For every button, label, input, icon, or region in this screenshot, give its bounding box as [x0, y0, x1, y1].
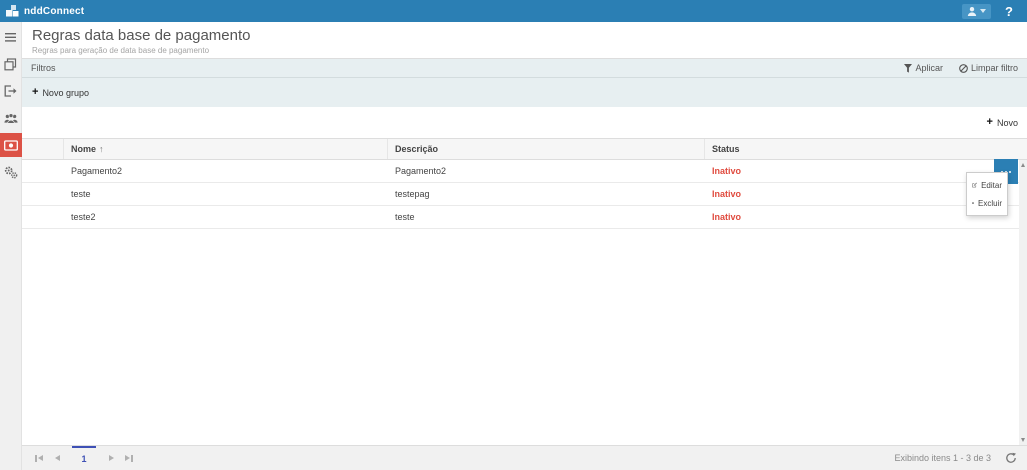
- last-page-button[interactable]: [120, 446, 138, 470]
- arrow-up-icon: [1021, 163, 1025, 167]
- menu-item-edit[interactable]: Editar: [967, 176, 1007, 194]
- documents-icon: [4, 58, 17, 71]
- cancel-circle-icon: [959, 64, 968, 73]
- top-bar: nddConnect ?: [0, 0, 1027, 22]
- app-window: nddConnect ?: [0, 0, 1027, 470]
- header-cell-empty: [22, 139, 64, 159]
- sidebar-item-sign-out[interactable]: [0, 79, 22, 103]
- previous-page-icon: [55, 455, 60, 461]
- users-icon: [4, 113, 18, 124]
- grid-scrollbar[interactable]: [1019, 160, 1027, 445]
- page-number-button[interactable]: 1: [72, 446, 96, 470]
- cell-nome: teste2: [64, 206, 388, 228]
- cell-nome: Pagamento2: [64, 160, 388, 182]
- cell-descricao: testepag: [388, 183, 705, 205]
- user-icon: [967, 6, 977, 17]
- filters-panel: + Novo grupo: [22, 78, 1027, 107]
- table-row[interactable]: Pagamento2 Pagamento2 Inativo: [22, 160, 1027, 183]
- sidebar: [0, 22, 22, 470]
- row-context-menu: Editar Excluir: [966, 172, 1008, 216]
- clear-filter-button[interactable]: Limpar filtro: [959, 63, 1018, 73]
- apply-filter-button[interactable]: Aplicar: [904, 63, 943, 73]
- new-button[interactable]: + Novo: [987, 117, 1018, 128]
- next-page-button[interactable]: [102, 446, 120, 470]
- first-page-icon: [38, 455, 43, 461]
- plus-icon: +: [987, 117, 993, 128]
- chevron-down-icon: [980, 9, 986, 13]
- pagination-bar: 1 Exibindo itens 1 - 3 de 3: [22, 445, 1027, 470]
- first-page-button[interactable]: [30, 446, 48, 470]
- table-row[interactable]: teste testepag Inativo: [22, 183, 1027, 206]
- new-group-button[interactable]: + Novo grupo: [32, 87, 89, 98]
- menu-item-delete[interactable]: Excluir: [967, 194, 1007, 212]
- refresh-icon: [1005, 452, 1017, 464]
- edit-icon: [972, 180, 977, 190]
- scroll-down-button[interactable]: [1019, 435, 1027, 445]
- clear-filter-label: Limpar filtro: [971, 63, 1018, 73]
- trash-icon: [972, 198, 974, 208]
- plus-icon: +: [32, 87, 38, 98]
- app-name: nddConnect: [24, 6, 84, 17]
- settings-icon: [4, 166, 18, 179]
- scroll-up-button[interactable]: [1019, 160, 1027, 170]
- cell-nome: teste: [64, 183, 388, 205]
- filters-section: Filtros Aplicar Limpar filtro: [22, 58, 1027, 107]
- sidebar-item-payment-rules[interactable]: [0, 133, 22, 157]
- header-cell-nome[interactable]: Nome ↑: [64, 139, 388, 159]
- grid-header-row: Nome ↑ Descrição Status: [22, 139, 1027, 160]
- header-cell-status[interactable]: Status: [705, 139, 1027, 159]
- previous-page-button[interactable]: [48, 446, 66, 470]
- help-button[interactable]: ?: [1005, 4, 1013, 19]
- sidebar-item-settings[interactable]: [0, 160, 22, 184]
- page-subtitle: Regras para geração de data base de paga…: [32, 46, 1027, 55]
- menu-icon: [5, 33, 16, 42]
- sort-asc-icon: ↑: [99, 144, 104, 154]
- arrow-down-icon: [1021, 438, 1025, 442]
- page-header: Regras data base de pagamento Regras par…: [22, 22, 1027, 58]
- data-grid: Nome ↑ Descrição Status Pagamento2 Pagam…: [22, 138, 1027, 445]
- column-label-status: Status: [712, 144, 740, 154]
- app-logo: nddConnect: [6, 4, 84, 18]
- sidebar-item-users[interactable]: [0, 106, 22, 130]
- pagination-summary: Exibindo itens 1 - 3 de 3: [894, 453, 991, 463]
- new-group-label: Novo grupo: [42, 88, 89, 98]
- column-label-descricao: Descrição: [395, 144, 438, 154]
- column-label-nome: Nome: [71, 144, 96, 154]
- cell-descricao: Pagamento2: [388, 160, 705, 182]
- ndd-logo-icon: [6, 4, 20, 18]
- payment-icon: [4, 140, 18, 151]
- new-button-label: Novo: [997, 118, 1018, 128]
- next-page-icon: [109, 455, 114, 461]
- filters-bar: Filtros Aplicar Limpar filtro: [22, 59, 1027, 78]
- refresh-button[interactable]: [1005, 452, 1017, 464]
- sidebar-item-menu[interactable]: [0, 25, 22, 49]
- sign-out-icon: [4, 85, 17, 97]
- header-cell-descricao[interactable]: Descrição: [388, 139, 705, 159]
- sidebar-item-documents[interactable]: [0, 52, 22, 76]
- menu-item-delete-label: Excluir: [978, 199, 1002, 208]
- apply-filter-label: Aplicar: [915, 63, 943, 73]
- last-page-icon: [125, 455, 130, 461]
- filters-title: Filtros: [31, 63, 56, 73]
- grid-toolbar: + Novo: [22, 107, 1027, 138]
- page-title: Regras data base de pagamento: [32, 27, 1027, 44]
- table-row[interactable]: teste2 teste Inativo: [22, 206, 1027, 229]
- funnel-icon: [904, 64, 912, 73]
- menu-item-edit-label: Editar: [981, 181, 1002, 190]
- user-menu-button[interactable]: [962, 4, 991, 19]
- main-content: Regras data base de pagamento Regras par…: [22, 22, 1027, 470]
- cell-descricao: teste: [388, 206, 705, 228]
